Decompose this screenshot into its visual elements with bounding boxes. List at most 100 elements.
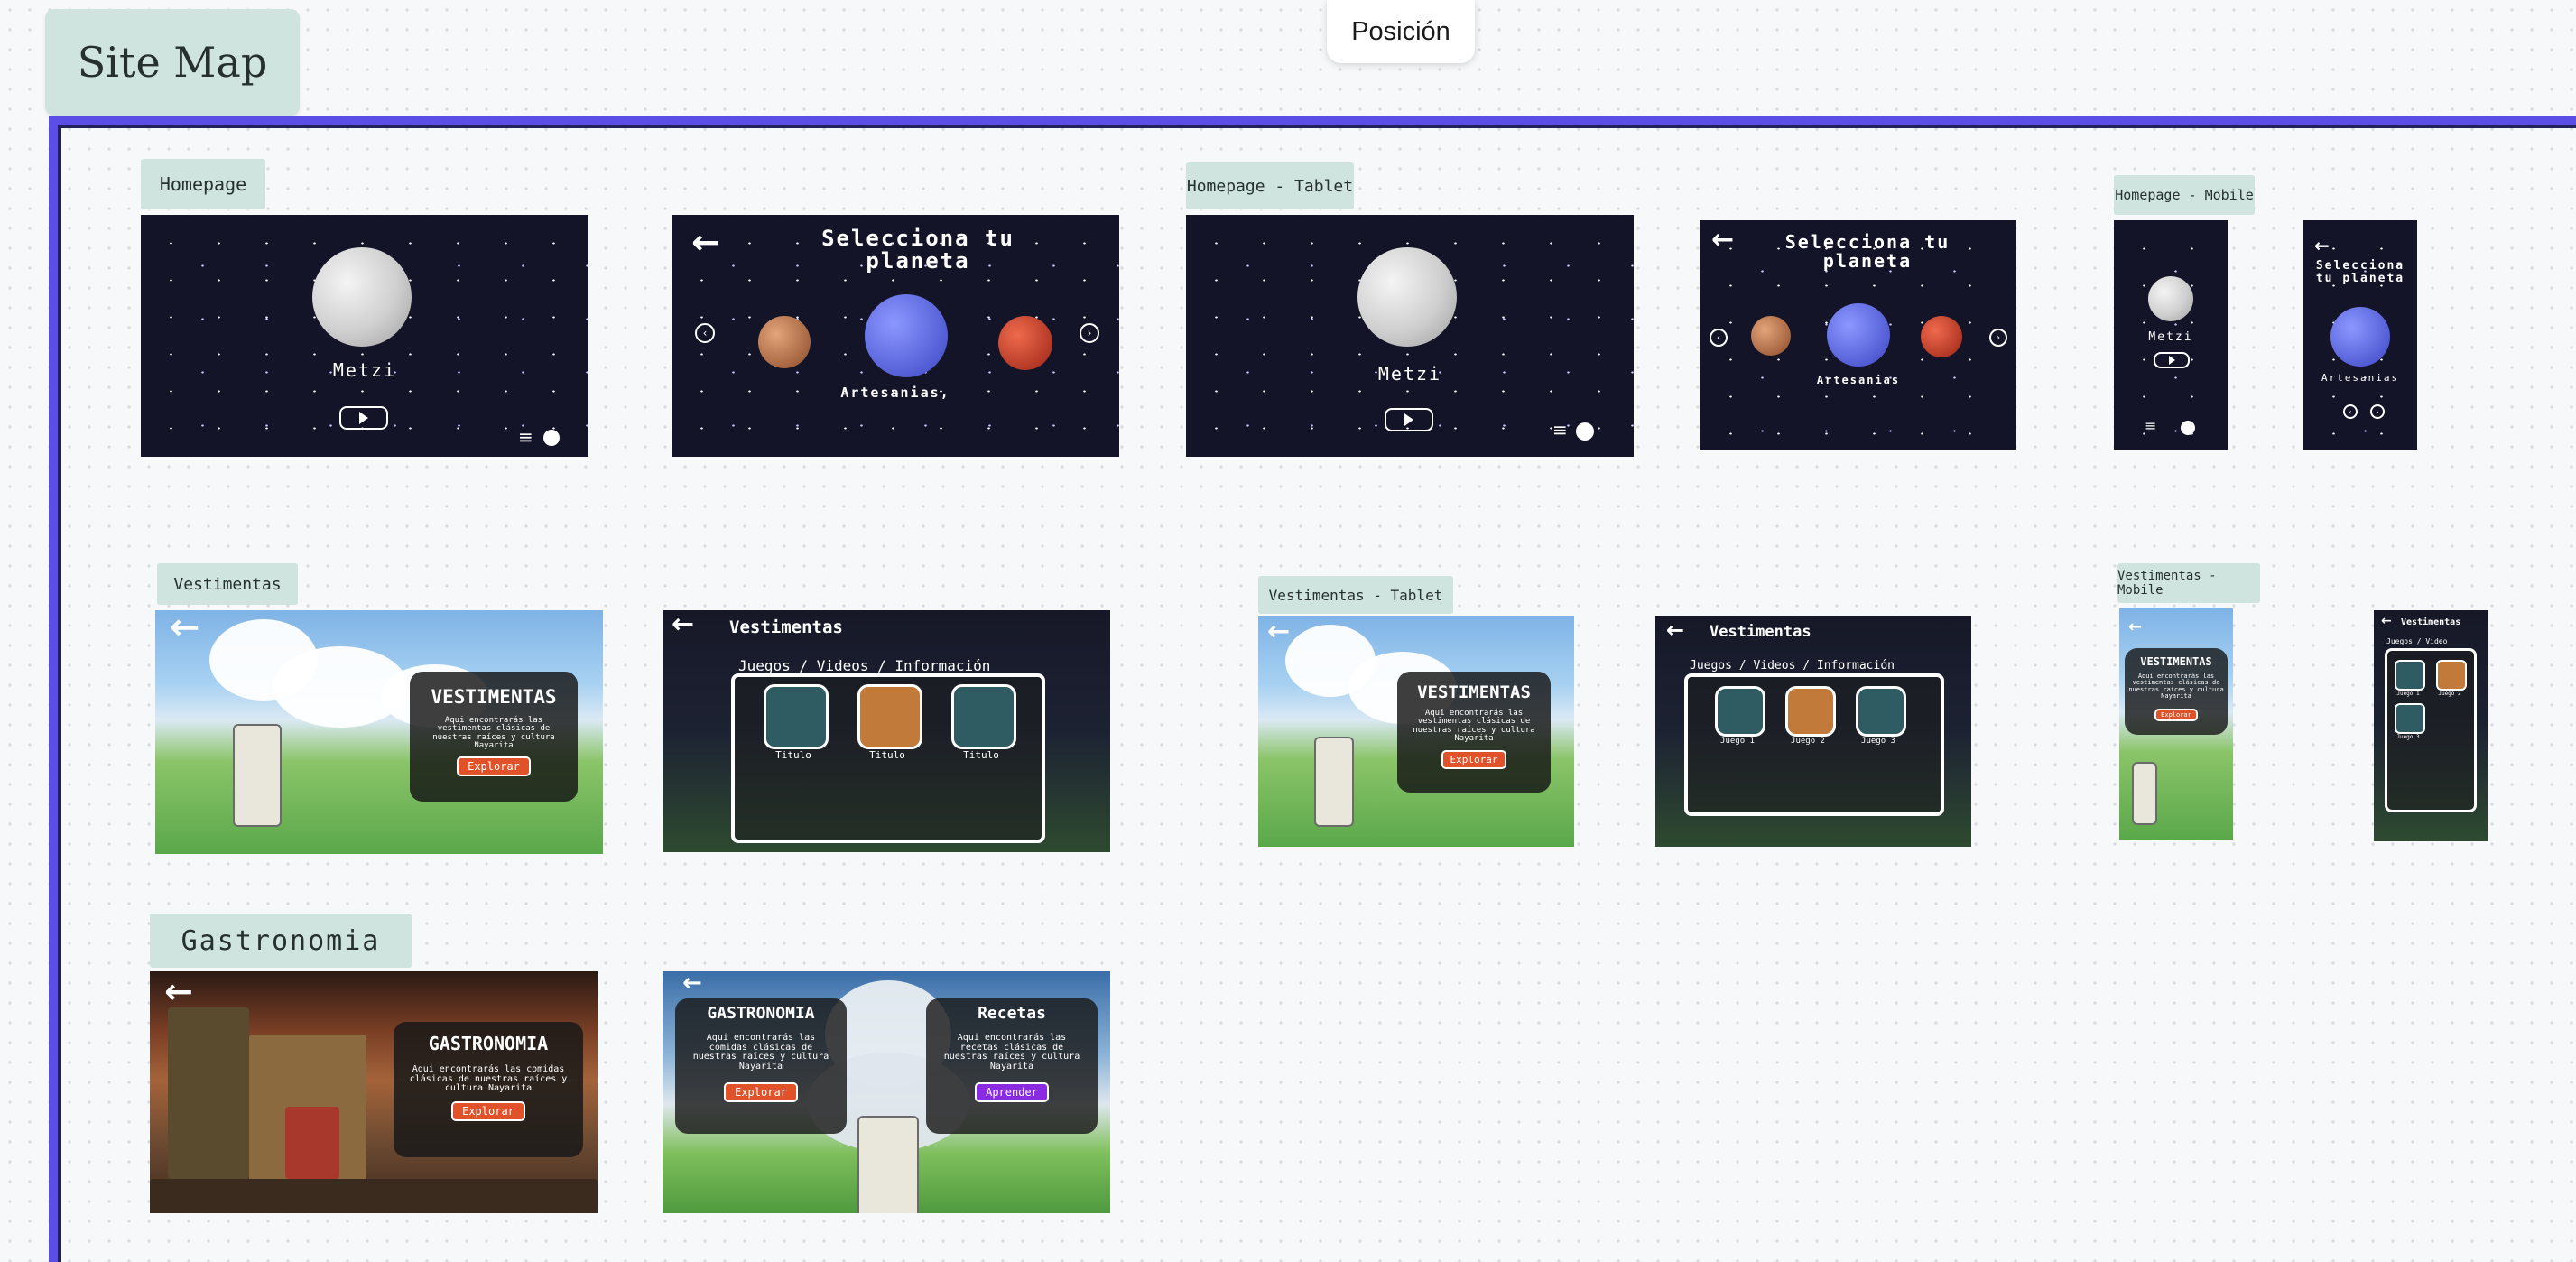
- frame-homepage-desktop[interactable]: Metzi ≡: [141, 215, 588, 457]
- game-card-1[interactable]: [1715, 686, 1765, 737]
- back-arrow-icon[interactable]: ←: [2381, 614, 2392, 628]
- planet-blue-selected[interactable]: [2330, 307, 2390, 367]
- back-arrow-icon[interactable]: ←: [682, 971, 702, 997]
- panel-heading: VESTIMENTAS: [2140, 655, 2212, 668]
- label-homepage-tablet[interactable]: Homepage - Tablet: [1186, 162, 1354, 209]
- back-arrow-icon[interactable]: ←: [2128, 617, 2142, 636]
- label-homepage[interactable]: Homepage: [141, 159, 265, 209]
- back-arrow-icon[interactable]: ←: [1666, 617, 1684, 643]
- label-vestimentas-tablet[interactable]: Vestimentas - Tablet: [1258, 576, 1453, 614]
- learn-button[interactable]: Aprender: [975, 1082, 1049, 1102]
- subnav-tabs[interactable]: Juegos / Videos / Información: [1690, 659, 1895, 673]
- game-card-1[interactable]: [2395, 660, 2425, 691]
- game-card-3[interactable]: [2395, 703, 2425, 734]
- back-arrow-icon[interactable]: ←: [164, 971, 193, 1011]
- game-card-2-title: Juego 2: [2438, 691, 2461, 697]
- back-arrow-icon[interactable]: ←: [2314, 235, 2330, 256]
- gastro-panel: GASTRONOMIA Aqui encontrarás las comidas…: [675, 998, 847, 1134]
- label-homepage-tablet-text: Homepage - Tablet: [1186, 176, 1354, 196]
- moon-image: [312, 247, 412, 347]
- panel-body: Aqui encontrarás las comidas clásicas de…: [409, 1064, 568, 1093]
- frame-homepage-mobile[interactable]: Metzi ≡: [2114, 220, 2228, 450]
- subnav-tabs[interactable]: Juegos / Videos / Información: [738, 657, 990, 674]
- planet-brown[interactable]: [758, 316, 811, 368]
- menu-icon[interactable]: ≡: [518, 426, 533, 448]
- frame-vestimentas-desktop[interactable]: ← VESTIMENTAS Aqui encontrarás las vesti…: [155, 610, 603, 854]
- explore-button[interactable]: Explorar: [2154, 709, 2198, 722]
- game-card-1[interactable]: [764, 684, 829, 749]
- back-arrow-icon[interactable]: ←: [672, 610, 694, 640]
- label-homepage-mobile-text: Homepage - Mobile: [2115, 187, 2254, 203]
- label-homepage-mobile[interactable]: Homepage - Mobile: [2114, 175, 2255, 215]
- back-arrow-icon[interactable]: ←: [1711, 224, 1734, 255]
- games-container: Titulo Titulo Titulo: [731, 673, 1045, 843]
- menu-icon[interactable]: ≡: [2145, 417, 2156, 434]
- play-icon: [1404, 413, 1413, 426]
- game-card-3[interactable]: [1856, 686, 1906, 737]
- toggle-dot[interactable]: [2181, 421, 2195, 435]
- page-title: Vestimentas: [729, 617, 843, 637]
- prev-planet-button[interactable]: ‹: [2343, 404, 2358, 419]
- frame-select-planet-mobile[interactable]: ← Selecciona tu planeta Artesanias ‹ ›: [2303, 220, 2417, 450]
- play-button[interactable]: [339, 406, 388, 430]
- play-button[interactable]: [1385, 408, 1433, 431]
- frame-vestimentas-games-tablet[interactable]: ← Vestimentas Juegos / Videos / Informac…: [1655, 616, 1971, 847]
- subnav-tabs[interactable]: Juegos / Video: [2386, 637, 2447, 645]
- page-title: Vestimentas: [2401, 617, 2461, 627]
- planet-brown[interactable]: [1751, 316, 1791, 356]
- next-planet-button[interactable]: ›: [2370, 404, 2385, 419]
- planet-blue-selected[interactable]: [865, 294, 948, 377]
- back-arrow-icon[interactable]: ←: [691, 222, 720, 262]
- label-gastronomia-text: Gastronomia: [181, 924, 381, 957]
- explore-button[interactable]: Explorar: [457, 756, 531, 776]
- position-chip[interactable]: Posición: [1327, 0, 1475, 63]
- label-vestimentas[interactable]: Vestimentas: [157, 563, 298, 605]
- play-button[interactable]: [2154, 352, 2190, 368]
- planet-name: Artesanias,: [840, 385, 950, 401]
- explore-button[interactable]: Explorar: [451, 1100, 525, 1121]
- game-card-2[interactable]: [857, 684, 922, 749]
- frame-gastronomia-recetas-desktop[interactable]: ← GASTRONOMIA Aqui encontrarás las comid…: [663, 971, 1110, 1213]
- game-card-2[interactable]: [2436, 660, 2467, 691]
- toggle-dot[interactable]: [1576, 422, 1594, 441]
- label-gastronomia[interactable]: Gastronomia: [150, 914, 412, 968]
- planet-red[interactable]: [1921, 316, 1962, 357]
- planet-blue-selected[interactable]: [1827, 303, 1890, 367]
- position-label: Posición: [1351, 16, 1450, 46]
- label-vestimentas-mobile[interactable]: Vestimentas - Mobile: [2117, 563, 2260, 603]
- toggle-dot[interactable]: [543, 430, 560, 446]
- select-title: Selecciona tu planeta: [2315, 259, 2405, 285]
- play-icon: [359, 412, 368, 424]
- info-panel: VESTIMENTAS Aqui encontrarás las vestime…: [2125, 648, 2228, 735]
- moon-name: Metzi: [1377, 363, 1442, 385]
- frame-vestimentas-tablet[interactable]: ← VESTIMENTAS Aqui encontrarás las vesti…: [1258, 616, 1574, 847]
- label-homepage-text: Homepage: [159, 173, 247, 195]
- info-panel: GASTRONOMIA Aqui encontrarás las comidas…: [394, 1022, 583, 1157]
- prev-planet-button[interactable]: ‹: [1710, 329, 1728, 347]
- frame-select-planet-tablet[interactable]: ← Selecciona tu planeta ‹ › Artesanias: [1700, 220, 2016, 450]
- frame-select-planet-desktop[interactable]: ← Selecciona tu planeta ‹ › Artesanias,: [672, 215, 1119, 457]
- planet-red[interactable]: [998, 316, 1052, 370]
- frame-vestimentas-games-desktop[interactable]: ← Vestimentas Juegos / Videos / Informac…: [663, 610, 1110, 852]
- menu-icon[interactable]: ≡: [1552, 419, 1568, 441]
- frame-vestimentas-mobile[interactable]: ← VESTIMENTAS Aqui encontrarás las vesti…: [2119, 608, 2233, 840]
- games-container: Juego 1 Juego 2 Juego 3: [1684, 673, 1944, 816]
- back-arrow-icon[interactable]: ←: [170, 610, 200, 648]
- frame-homepage-tablet[interactable]: Metzi ≡: [1186, 215, 1634, 457]
- astronaut-character: [857, 1116, 919, 1213]
- next-planet-button[interactable]: ›: [1989, 329, 2007, 347]
- explore-button[interactable]: Explorar: [724, 1082, 798, 1102]
- game-card-3[interactable]: [951, 684, 1016, 749]
- prev-planet-button[interactable]: ‹: [695, 323, 715, 343]
- game-card-2[interactable]: [1785, 686, 1836, 737]
- next-icon: ›: [2376, 407, 2379, 416]
- next-planet-button[interactable]: ›: [1080, 323, 1099, 343]
- sitemap-title-tag[interactable]: Site Map: [45, 9, 300, 116]
- explore-button[interactable]: Explorar: [1441, 749, 1507, 769]
- page-title: Vestimentas: [1710, 623, 1812, 641]
- frame-vestimentas-games-mobile[interactable]: ← Vestimentas Juegos / Video Juego 1 Jue…: [2374, 610, 2488, 841]
- back-arrow-icon[interactable]: ←: [1267, 616, 1290, 647]
- moon-image: [1357, 247, 1457, 347]
- moon-name: Metzi: [332, 359, 397, 381]
- frame-gastronomia-desktop[interactable]: ← GASTRONOMIA Aqui encontrarás las comid…: [150, 971, 598, 1213]
